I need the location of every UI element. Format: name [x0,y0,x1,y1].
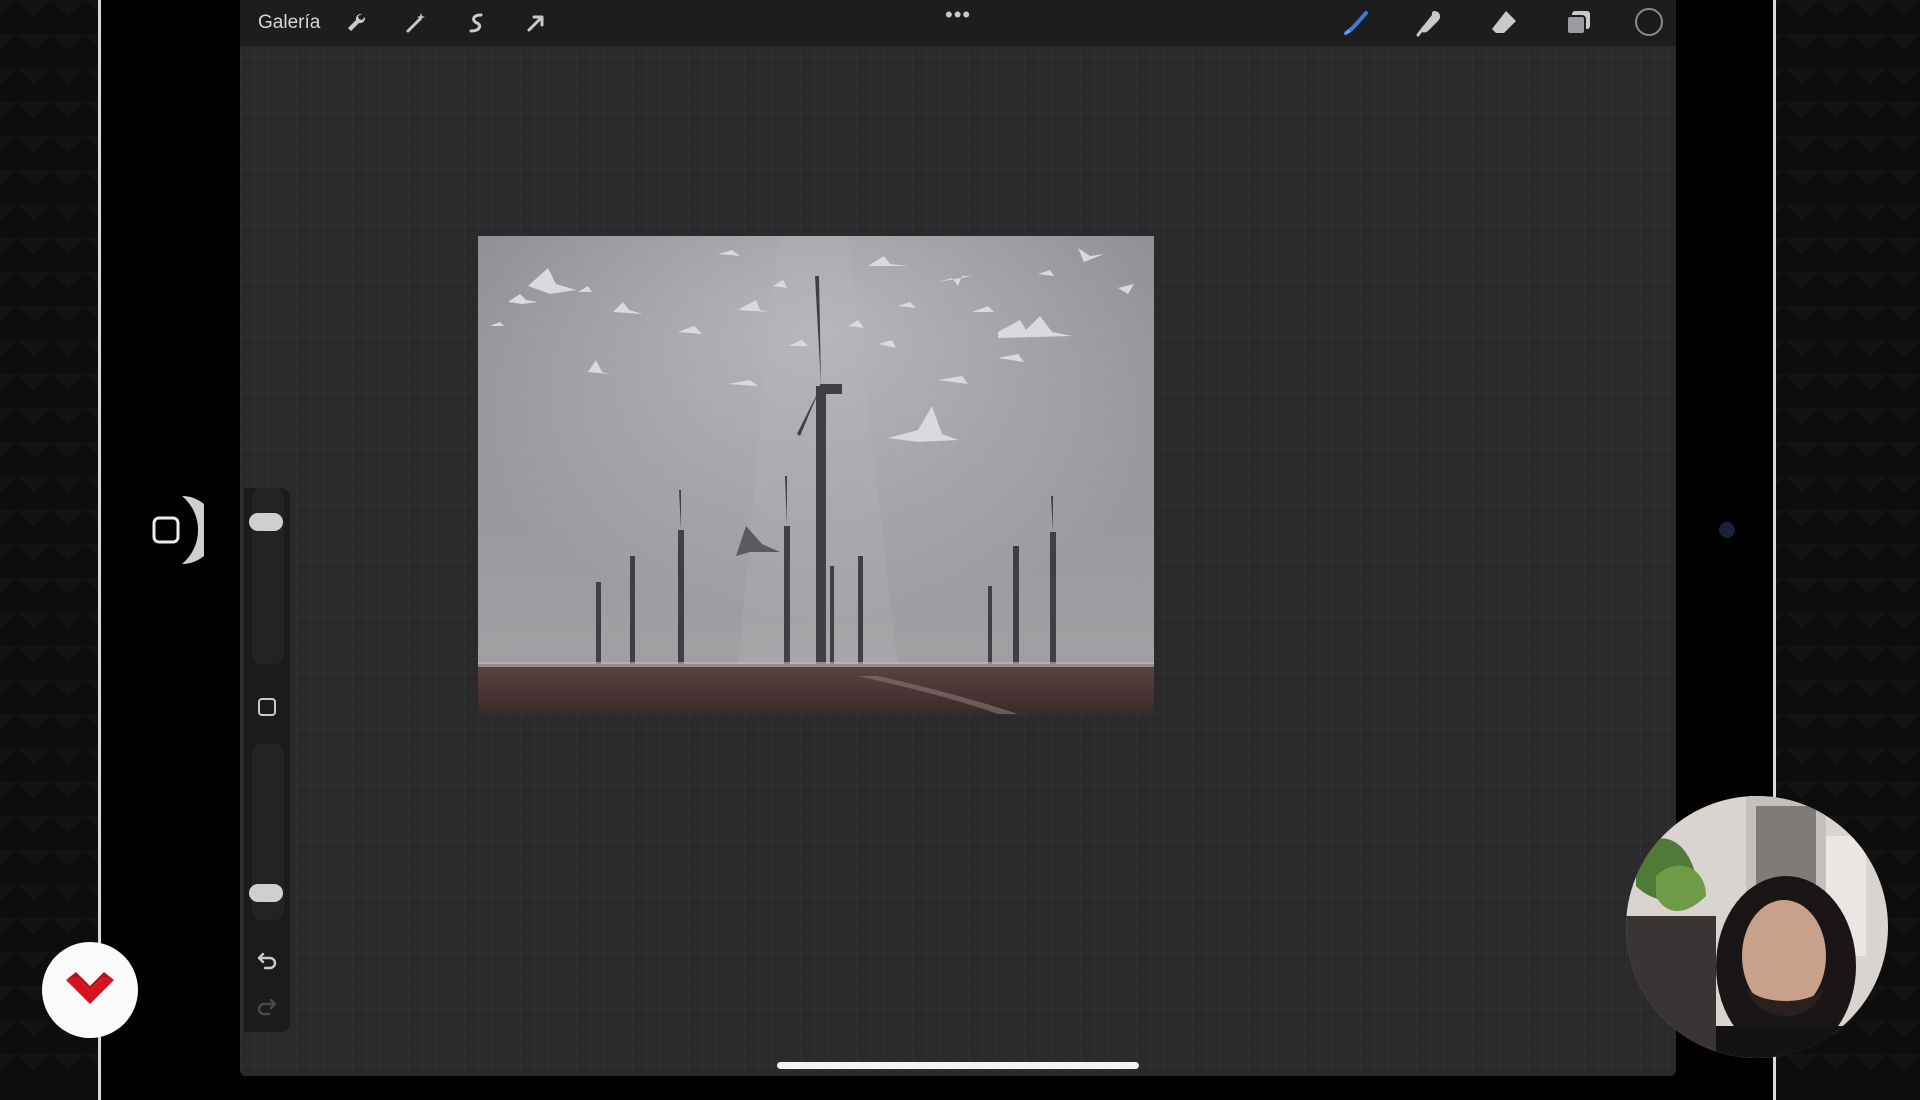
artwork-canvas[interactable] [478,236,1154,714]
top-toolbar: Galería ••• [240,0,1676,46]
selection-icon[interactable] [462,9,490,37]
brush-sidebar [244,488,290,1032]
gallery-button[interactable]: Galería [258,12,320,34]
sidebar-toggle-tab[interactable] [138,496,216,564]
smudge-icon[interactable] [1414,7,1446,39]
more-menu[interactable]: ••• [945,2,971,28]
procreate-screen: Galería ••• [240,0,1676,1076]
modify-button[interactable] [258,698,276,716]
home-indicator[interactable] [777,1062,1139,1069]
undo-icon[interactable] [255,948,279,972]
channel-logo [42,942,138,1038]
wrench-icon[interactable] [342,9,370,37]
color-picker-swatch[interactable] [1635,8,1663,36]
front-camera [1719,522,1735,538]
size-slider-thumb[interactable] [249,513,283,531]
logo-mark-icon [66,972,114,1004]
square-icon [152,516,180,544]
transform-arrow-icon[interactable] [522,9,550,37]
redo-icon[interactable] [255,994,279,1018]
brush-icon[interactable] [1340,7,1372,39]
magic-wand-icon[interactable] [402,9,430,37]
opacity-slider-thumb[interactable] [249,883,283,902]
layers-icon[interactable] [1562,7,1594,39]
presenter-webcam [1626,796,1888,1058]
eraser-icon[interactable] [1488,7,1520,39]
